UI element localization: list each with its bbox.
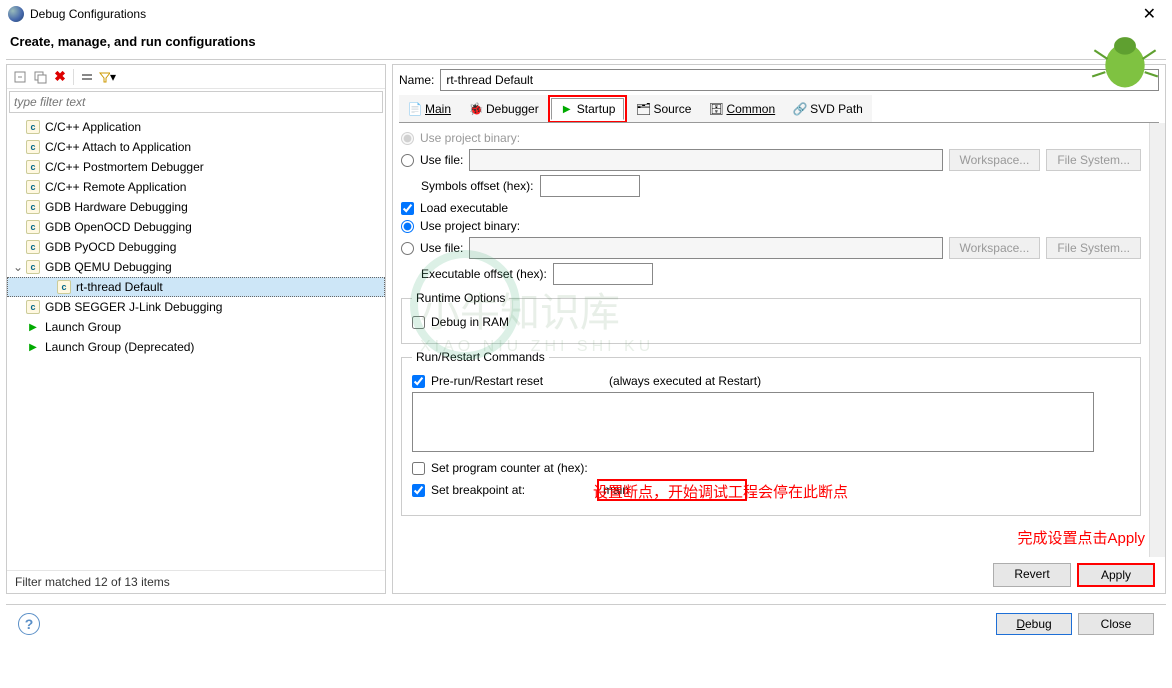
window-title: Debug Configurations [30,7,146,21]
label-set-pc: Set program counter at (hex): [431,461,588,475]
runtime-options-group: Runtime Options Debug in RAM [401,291,1141,344]
config-tree: cC/C++ Application cC/C++ Attach to Appl… [7,115,385,570]
apply-button[interactable]: Apply [1077,563,1155,587]
bug-icon: 🐞 [469,102,483,116]
commands-textarea[interactable] [412,392,1094,452]
legend-runtime: Runtime Options [412,291,509,305]
caret-icon[interactable]: ⌄ [11,260,25,274]
check-prerun-reset[interactable] [412,375,425,388]
tree-item-gdb-hw[interactable]: cGDB Hardware Debugging [7,197,385,217]
collapse-icon[interactable] [78,68,96,86]
tab-debugger[interactable]: 🐞Debugger [460,95,548,123]
file-icon: 📄 [408,102,422,116]
play-icon: ▶ [25,319,41,335]
check-set-breakpoint[interactable] [412,484,425,497]
legend-run-restart: Run/Restart Commands [412,350,549,364]
revert-button[interactable]: Revert [993,563,1071,587]
header: Create, manage, and run configurations [0,28,1172,59]
filesystem-button-2: File System... [1046,237,1141,259]
radio-project-binary-1 [401,132,414,145]
close-button[interactable]: Close [1078,613,1154,635]
svd-icon: 🔗 [793,102,807,116]
check-set-pc[interactable] [412,462,425,475]
help-icon[interactable]: ? [18,613,40,635]
tab-source[interactable]: 🗂Source [627,95,700,123]
bug-decor-icon [1090,24,1160,94]
tab-main[interactable]: 📄Main [399,95,460,123]
play-icon: ▶ [25,339,41,355]
name-input[interactable] [440,69,1159,91]
filesystem-button-1: File System... [1046,149,1141,171]
label-prerun: Pre-run/Restart reset [431,374,543,388]
common-icon: 🗄 [709,102,723,116]
tab-svd[interactable]: 🔗SVD Path [784,95,872,123]
eclipse-icon [8,6,24,22]
tree-item-gdb-pyocd[interactable]: cGDB PyOCD Debugging [7,237,385,257]
label-symbols-offset: Symbols offset (hex): [421,179,534,193]
label-always-exec: (always executed at Restart) [609,374,761,388]
label-exec-offset: Executable offset (hex): [421,267,547,281]
tree-item-rt-thread[interactable]: crt-thread Default [7,277,385,297]
filter-icon[interactable]: ▾ [98,68,116,86]
tree-item-c-app[interactable]: cC/C++ Application [7,117,385,137]
tab-common[interactable]: 🗄Common [700,95,784,123]
workspace-button-1: Workspace... [949,149,1041,171]
annotation-apply: 完成设置点击Apply [1017,527,1145,548]
check-debug-ram[interactable] [412,316,425,329]
annotation-breakpoint: 设置断点，开始调试工程会停在此断点 [593,481,848,502]
label-project-binary: Use project binary: [420,219,520,233]
play-icon: ▶ [560,102,574,116]
label-use-file: Use file: [420,153,463,167]
left-toolbar: ✖ ▾ [7,65,385,89]
right-panel: Name: 📄Main 🐞Debugger ▶Startup 🗂Source 🗄… [392,64,1166,594]
delete-icon[interactable]: ✖ [51,68,69,86]
label-debug-ram: Debug in RAM [431,315,509,329]
new-config-icon[interactable] [11,68,29,86]
source-icon: 🗂 [636,102,650,116]
tree-item-gdb-openocd[interactable]: cGDB OpenOCD Debugging [7,217,385,237]
tab-content: Use project binary: Use file: Workspace.… [393,123,1149,557]
label-set-breakpoint: Set breakpoint at: [431,483,591,497]
exec-offset-input[interactable] [553,263,653,285]
close-icon[interactable]: ✕ [1135,4,1164,24]
file-input-2 [469,237,942,259]
tree-item-c-remote[interactable]: cC/C++ Remote Application [7,177,385,197]
tree-item-launch-group[interactable]: ▶Launch Group [7,317,385,337]
titlebar: Debug Configurations ✕ [0,0,1172,28]
footer: ? Debug Close [6,604,1166,643]
tree-item-gdb-segger[interactable]: cGDB SEGGER J-Link Debugging [7,297,385,317]
scrollbar[interactable] [1149,123,1165,557]
workspace-button-2: Workspace... [949,237,1041,259]
radio-use-file-2[interactable] [401,242,414,255]
header-title: Create, manage, and run configurations [10,34,256,49]
file-input-1 [469,149,942,171]
radio-use-file-1[interactable] [401,154,414,167]
label-use-file-2: Use file: [420,241,463,255]
tree-item-gdb-qemu[interactable]: ⌄cGDB QEMU Debugging [7,257,385,277]
filter-input[interactable] [9,91,383,113]
tree-item-c-postmortem[interactable]: cC/C++ Postmortem Debugger [7,157,385,177]
label-load-exec: Load executable [420,201,508,215]
filter-status: Filter matched 12 of 13 items [7,570,385,593]
radio-project-binary-2[interactable] [401,220,414,233]
symbols-offset-input[interactable] [540,175,640,197]
tree-item-c-attach[interactable]: cC/C++ Attach to Application [7,137,385,157]
debug-button[interactable]: Debug [996,613,1072,635]
tab-startup[interactable]: ▶Startup [551,98,625,120]
left-panel: ✖ ▾ cC/C++ Application cC/C++ Attach to … [6,64,386,594]
duplicate-icon[interactable] [31,68,49,86]
check-load-exec[interactable] [401,202,414,215]
tree-item-launch-group-dep[interactable]: ▶Launch Group (Deprecated) [7,337,385,357]
tabs: 📄Main 🐞Debugger ▶Startup 🗂Source 🗄Common… [393,95,1165,123]
name-label: Name: [399,73,434,87]
